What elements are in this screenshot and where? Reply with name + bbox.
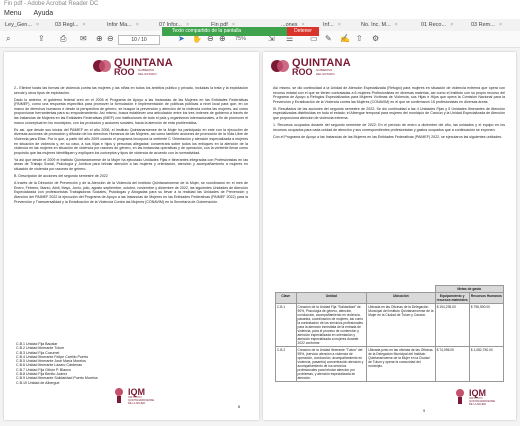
right-page-body: Así mismo, se dio continuidad a la Unida… (273, 86, 505, 142)
table-row: C.B.2 Creación de la Unidad Itinerante "… (275, 346, 505, 382)
document-tab[interactable]: 03 Rem... × (468, 21, 505, 30)
document-tab[interactable]: No. Inc. M... × (358, 21, 401, 30)
table-row: C.B.1 Creación de la Unidad Fija "Solida… (275, 303, 505, 347)
left-page-body: 2.- Elimine todas las formas de violenci… (14, 86, 248, 207)
logo-mark-icon (271, 60, 289, 72)
expense-table: Metas de gasto Clave Unidad Ubicación Eq… (275, 285, 505, 382)
table-cell: Ubicada en las Oficinas de la Delegación… (366, 303, 436, 347)
document-page-left: QUINTANA ROO GOBIERNO DEL ESTADO 2.- Eli… (4, 52, 259, 420)
paragraph: 1. Recursos ocupados durante del segundo… (273, 123, 505, 132)
stop-sharing-button[interactable]: Detener (287, 27, 319, 36)
close-icon[interactable]: × (395, 22, 398, 28)
tab-label: 01 Reco... (421, 22, 447, 28)
table-header: Unidad (295, 292, 368, 304)
document-tab[interactable]: Inf... × (320, 21, 344, 30)
upload-icon[interactable]: ⇪ (38, 34, 45, 44)
search-icon[interactable]: ⌕ (6, 34, 10, 44)
document-tab[interactable]: Infor Ma... × (104, 21, 142, 30)
print-icon[interactable]: ⎙ (60, 34, 66, 44)
iqm-mark-icon (115, 388, 123, 403)
email-icon[interactable]: ✉ (80, 34, 87, 44)
tools-icon[interactable]: ⚙ (372, 34, 379, 44)
page-number: 8 (238, 404, 241, 409)
document-viewer[interactable]: QUINTANA ROO GOBIERNO DEL ESTADO 2.- Eli… (0, 48, 520, 426)
menu-item-ayuda[interactable]: Ayuda (33, 10, 53, 17)
tab-label: Infor Ma... (107, 22, 132, 28)
table-cell: Creación de la Unidad Itinerante "Tulum"… (295, 346, 368, 382)
sign-icon[interactable]: ✍ (340, 34, 350, 44)
logo-name-2: ROO (114, 67, 135, 77)
tab-label: 03 Regl... (55, 22, 79, 28)
document-tab[interactable]: Ley_Gen... × (2, 21, 42, 30)
iqm-logo: IQM INSTITUTO QUINTANARROENSE DE LA MUJE… (453, 388, 503, 406)
table-cell: C.B.2 (275, 346, 297, 382)
document-page-right: QUINTANA ROO GOBIERNO DEL ESTADO Así mis… (263, 52, 516, 420)
document-tab[interactable]: 01 Reco... × (418, 21, 456, 30)
paragraph: Es así, que desde sus inicios del PAIMEF… (14, 127, 248, 155)
paragraph: III. Resultados de las acciones del segu… (273, 106, 505, 121)
paragraph: Así mismo, se dio continuidad a la Unida… (273, 86, 505, 104)
iqm-sub: INSTITUTO QUINTANARROENSE DE LA MUJER (469, 397, 496, 406)
paragraph: Con el Programa de Apoyo a las Instancia… (273, 134, 503, 139)
logo-mark-icon (93, 60, 111, 72)
unit-list: C.B.1 Unidad Fija Bacalar C.B.2 Unidad I… (16, 342, 166, 385)
menu-item-menu[interactable]: Menu (4, 10, 22, 17)
section-heading: B. Descripción de acciones del segundo s… (14, 174, 108, 179)
logo-sub: GOBIERNO DEL ESTADO (316, 68, 335, 76)
list-item: C.B.10 Unidad de Albergue (16, 380, 60, 385)
paragraph: A través de la Dirección de Prevención y… (14, 181, 248, 204)
iqm-mark-icon (456, 389, 464, 404)
table-header-spacer (275, 285, 436, 293)
tab-label: Ley_Gen... (5, 22, 32, 28)
screen-share-banner: Texto compartido de la pantalla (162, 27, 288, 36)
table-header: Equipamiento y recursos materiales (434, 292, 470, 304)
paragraph: 2.- Elimine todas las formas de violenci… (14, 86, 248, 95)
page-number: 9 (423, 408, 426, 413)
close-icon[interactable]: × (83, 22, 86, 28)
table-group-header: Metas de gasto (434, 285, 505, 293)
menu-bar: Menu Ayuda (0, 9, 520, 19)
tab-label: Inf... (323, 22, 334, 28)
share-icon[interactable]: ⇧ (356, 34, 363, 44)
table-header: Recursos Humanos (468, 292, 505, 304)
table-cell: $ 796,590.00 (468, 303, 505, 347)
logo-sub: GOBIERNO DEL ESTADO (138, 68, 157, 76)
table-group-header-row: Metas de gasto (275, 285, 505, 293)
table-cell: C.B.1 (275, 303, 297, 347)
close-icon[interactable]: × (450, 22, 453, 28)
iqm-sub: INSTITUTO QUINTANARROENSE DE LA MUJER (128, 396, 155, 405)
table-cell: Ubicada junto en las oficinas de las Ofi… (366, 346, 436, 382)
table-cell: $ 194,235.00 (434, 303, 470, 347)
close-icon[interactable]: × (36, 22, 39, 28)
table-cell: $ 74,096.00 (434, 346, 470, 382)
iqm-logo: IQM INSTITUTO QUINTANARROENSE DE LA MUJE… (112, 387, 162, 405)
close-icon[interactable]: × (136, 22, 139, 28)
window-title: Fin pdf - Adobe Acrobat Reader DC (4, 1, 99, 7)
draw-icon[interactable]: ✎ (325, 34, 332, 44)
logo-name-2: ROO (292, 67, 313, 77)
page-down-icon[interactable]: ⊖ (107, 34, 114, 44)
tab-label: 03 Rem... (471, 22, 495, 28)
paragraph: Dado lo anterior, el gobierno federal cr… (14, 97, 248, 125)
table-header-row: Clave Unidad Ubicación Equipamiento y re… (275, 292, 505, 304)
table-header: Clave (275, 292, 297, 304)
table-cell: $ 1,082,750.00 (468, 346, 505, 382)
paragraph: Ya así que desde el 2009 el Instituto Qu… (14, 157, 248, 171)
table-header: Ubicación (366, 292, 436, 304)
close-icon[interactable]: × (499, 22, 502, 28)
page-up-icon[interactable]: ⊕ (96, 34, 103, 44)
tab-label: No. Inc. M... (361, 22, 391, 28)
close-icon[interactable]: × (338, 22, 341, 28)
page-number-input[interactable]: 10 / 10 (118, 35, 160, 45)
table-cell: Creación de la Unidad Fija "Solidaridad"… (295, 303, 368, 347)
document-tab[interactable]: 03 Regl... × (52, 21, 89, 30)
